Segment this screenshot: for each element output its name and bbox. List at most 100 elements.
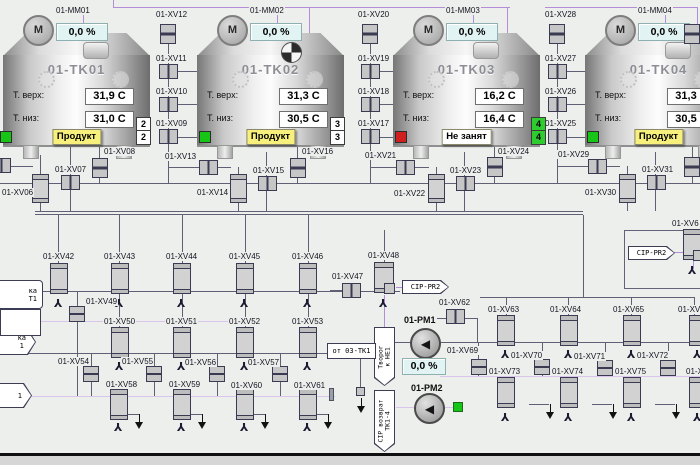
- tank-state-indicator: [587, 131, 599, 143]
- drop-arrow-icon: [135, 414, 144, 430]
- valve-01-XV55[interactable]: [146, 366, 162, 382]
- pipe: [583, 215, 584, 297]
- valve-01-XV6[interactable]: [683, 229, 700, 261]
- valve-01-XV20[interactable]: [362, 24, 378, 44]
- pipe: [567, 71, 585, 72]
- valve-label: 01-XV53: [291, 317, 325, 326]
- valve-01-XV42[interactable]: [50, 263, 68, 294]
- mixer-motor-icon[interactable]: M: [217, 15, 248, 46]
- valve-01-XV12[interactable]: [160, 24, 176, 44]
- mixer-motor-icon[interactable]: M: [605, 15, 636, 46]
- valve-01-XV08[interactable]: [92, 158, 108, 178]
- pipe: [178, 71, 197, 72]
- valve-label: 01-XV19: [357, 54, 391, 63]
- valve-01-XV58[interactable]: [110, 389, 128, 420]
- valve-01-XV62[interactable]: [446, 309, 465, 324]
- valve-01-XV70[interactable]: [534, 359, 550, 375]
- valve-01-XV61[interactable]: [299, 389, 317, 420]
- valve-01-XV73[interactable]: [497, 377, 515, 408]
- mixer-motor-icon[interactable]: M: [23, 15, 54, 46]
- valve-01-XV72[interactable]: [660, 360, 676, 376]
- drain-arrow-icon: Y: [688, 263, 696, 276]
- valve-01-XV07[interactable]: [61, 175, 80, 190]
- pipe: [178, 137, 197, 138]
- flow-tag: от 03-ТК1: [327, 343, 376, 359]
- valve-01-XV43[interactable]: [111, 263, 129, 294]
- valve-01-XV54[interactable]: [83, 366, 99, 382]
- valve-01-XV57[interactable]: [272, 366, 288, 382]
- valve-01-XV27[interactable]: [548, 64, 567, 79]
- valve-01-XV10[interactable]: [159, 97, 178, 112]
- valve-01-XV49[interactable]: [69, 306, 85, 322]
- valve-01-XV60[interactable]: [236, 389, 254, 420]
- valve-01-XV65[interactable]: [623, 315, 641, 346]
- tank-status-badge[interactable]: Продукт: [51, 129, 102, 145]
- drain-arrow-icon: Y: [693, 410, 700, 423]
- valve-01-XV30[interactable]: [619, 174, 636, 203]
- valve-01-X[interactable]: [689, 377, 700, 408]
- valve-01-XV14[interactable]: [230, 174, 247, 203]
- drain-arrow-icon: Y: [501, 347, 509, 360]
- pump-01-PM1[interactable]: ◀: [410, 328, 441, 359]
- valve-01-XV31[interactable]: [647, 175, 666, 190]
- pipe: [330, 290, 342, 291]
- valve-01-XV15[interactable]: [258, 176, 277, 191]
- pipe: [655, 189, 656, 211]
- valve-label: 01-XV56: [184, 358, 218, 367]
- valve-01-XV28[interactable]: [549, 24, 565, 44]
- valve-01-XV47[interactable]: [342, 283, 361, 298]
- valve-01-XV[interactable]: [689, 315, 700, 346]
- valve-01-XV50[interactable]: [111, 327, 129, 358]
- valve-01-XV46[interactable]: [299, 263, 317, 294]
- valve-01-XV59[interactable]: [173, 389, 191, 420]
- signal-line: [0, 396, 335, 397]
- valve-01-XV56[interactable]: [209, 366, 225, 382]
- tank-status-badge[interactable]: Продукт: [245, 129, 296, 145]
- valve-01-XV26[interactable]: [548, 97, 567, 112]
- pipe: [477, 318, 478, 342]
- valve-01-XV18[interactable]: [361, 97, 380, 112]
- valve-01-XV63[interactable]: [497, 315, 515, 346]
- valve-01-XV48[interactable]: [374, 262, 395, 294]
- valve-01-XV21[interactable]: [396, 160, 415, 175]
- valve-01-XV17[interactable]: [361, 129, 380, 144]
- valve-01-XV71[interactable]: [597, 360, 613, 376]
- valve-01-XV23[interactable]: [456, 176, 475, 191]
- valve-01-XV64[interactable]: [560, 315, 578, 346]
- valve-01-XV74[interactable]: [560, 377, 578, 408]
- tank-status-badge[interactable]: Продукт: [633, 129, 684, 145]
- valve-unlabeled[interactable]: [684, 24, 700, 44]
- valve-01-XV69[interactable]: [471, 359, 487, 375]
- valve-01-XV19[interactable]: [361, 64, 380, 79]
- valve-01-XV25[interactable]: [548, 129, 567, 144]
- valve-01-XV29[interactable]: [588, 159, 607, 174]
- pump-01-PM2[interactable]: ◀: [414, 393, 445, 424]
- mixer-motor-icon[interactable]: M: [413, 15, 444, 46]
- valve-label: 01-XV: [677, 305, 700, 314]
- valve-01-XV45[interactable]: [236, 263, 254, 294]
- drain-arrow-icon: Y: [303, 420, 311, 433]
- valve-01-XV11[interactable]: [159, 64, 178, 79]
- valve-01-XV13[interactable]: [199, 160, 218, 175]
- valve-01-XV53[interactable]: [299, 327, 317, 358]
- valve-label: 01-XV14: [196, 188, 230, 197]
- temp-bot-value: 30,5 C: [667, 111, 700, 128]
- valve-label: 01-XV69: [446, 346, 480, 355]
- valve-01-XV22[interactable]: [428, 174, 445, 203]
- valve-01-XV16[interactable]: [290, 158, 306, 178]
- flow-tag: CIP возврат ТК1-4: [374, 390, 395, 452]
- valve-01-XV24[interactable]: [487, 157, 503, 177]
- valve-01-XV09[interactable]: [159, 129, 178, 144]
- pipe: [217, 382, 218, 396]
- valve-01-XV52[interactable]: [236, 327, 254, 358]
- tank-status-badge[interactable]: Не занят: [441, 129, 492, 145]
- valve-01-XV75[interactable]: [623, 377, 641, 408]
- valve-01-XV06[interactable]: [32, 174, 49, 203]
- status-square: [356, 387, 365, 396]
- separator-bar: [0, 456, 700, 465]
- valve-unlabeled[interactable]: [0, 158, 11, 173]
- valve-unlabeled[interactable]: [684, 157, 700, 177]
- valve-01-XV44[interactable]: [173, 263, 191, 294]
- valve-01-XV51[interactable]: [173, 327, 191, 358]
- valve-label: 01-XV17: [357, 119, 391, 128]
